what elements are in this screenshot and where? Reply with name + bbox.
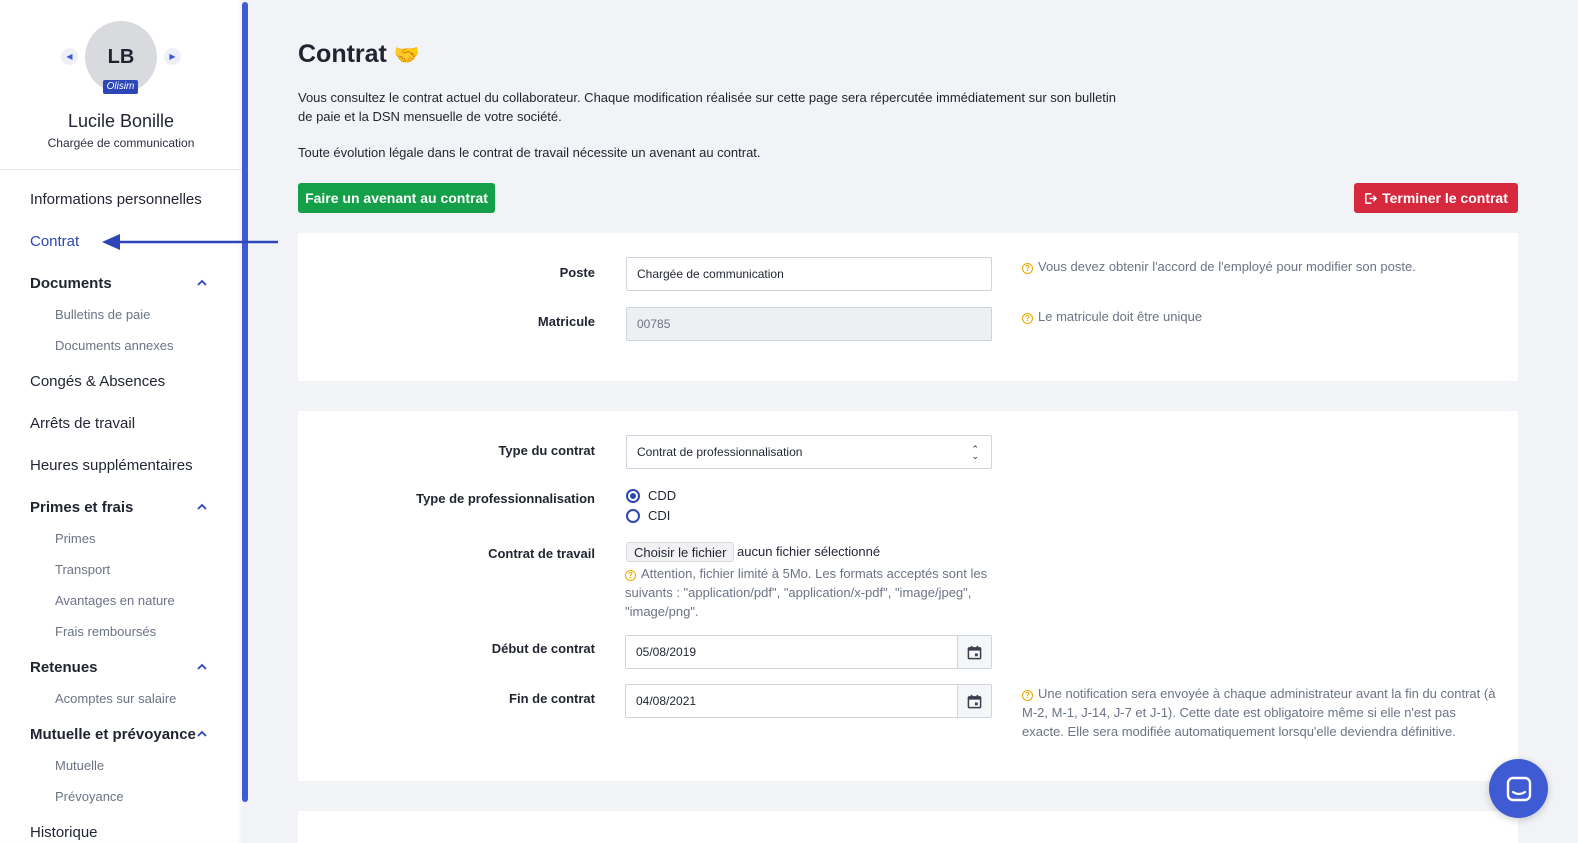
sidebar-scrollbar[interactable] (242, 2, 248, 802)
chevron-up-icon[interactable] (196, 501, 208, 513)
radio-cdi-label: CDI (648, 508, 671, 523)
end-date-hint: ? Une notification sera envoyée à chaque … (1022, 684, 1498, 741)
chat-launcher-button[interactable] (1489, 759, 1548, 818)
page-title: Contrat 🤝 (298, 40, 420, 69)
start-date-input[interactable]: 05/08/2019 (625, 635, 992, 669)
chevron-up-icon[interactable] (196, 277, 208, 289)
start-date-label: Début de contrat (491, 641, 595, 656)
sidebar-item-bulletins-de-paie[interactable]: Bulletins de paie (55, 307, 150, 322)
calendar-icon (967, 694, 982, 708)
radio-cdd[interactable]: CDD (626, 488, 676, 503)
matricule-hint: ? Le matricule doit être unique (1022, 307, 1502, 326)
question-icon: ? (1022, 313, 1033, 324)
intro-legal-text: Toute évolution légale dans le contrat d… (298, 145, 761, 160)
sidebar-item-avantages-en-nature[interactable]: Avantages en nature (55, 593, 175, 608)
sidebar-group-primes-et-frais[interactable]: Primes et frais (30, 499, 133, 516)
previous-employee-icon[interactable]: ◀ (61, 48, 78, 65)
professionalisation-label: Type de professionnalisation (416, 491, 595, 506)
sidebar-group-mutuelle-et-prevoyance[interactable]: Mutuelle et prévoyance (30, 726, 196, 743)
sidebar: ◀ LB Olisim ▶ Lucile Bonille Chargée de … (0, 0, 242, 843)
type-contract-label: Type du contrat (498, 443, 595, 458)
profile-header: ◀ LB Olisim ▶ Lucile Bonille Chargée de … (0, 0, 242, 170)
calendar-button[interactable] (957, 685, 991, 717)
radio-checked-icon (626, 488, 640, 503)
terminate-contract-button[interactable]: Terminer le contrat (1354, 183, 1518, 213)
sidebar-item-documents-annexes[interactable]: Documents annexes (55, 338, 174, 353)
choose-file-button[interactable]: Choisir le fichier (626, 542, 735, 562)
file-hint: ? Attention, fichier limité à 5Mo. Les fo… (625, 564, 995, 621)
sidebar-item-mutuelle[interactable]: Mutuelle (55, 758, 104, 773)
question-icon: ? (1022, 263, 1033, 274)
calendar-button[interactable] (957, 636, 991, 668)
sidebar-item-transport[interactable]: Transport (55, 562, 110, 577)
sidebar-item-arrets-de-travail[interactable]: Arrêts de travail (30, 415, 135, 432)
file-status: aucun fichier sélectionné (737, 544, 881, 559)
sidebar-item-historique[interactable]: Historique (30, 824, 98, 841)
sidebar-group-retenues[interactable]: Retenues (30, 659, 98, 676)
end-date-input[interactable]: 04/08/2021 (625, 684, 992, 718)
sidebar-item-heures-supplementaires[interactable]: Heures supplémentaires (30, 457, 193, 474)
sidebar-item-primes[interactable]: Primes (55, 531, 95, 546)
company-badge: Olisim (103, 80, 138, 94)
chat-icon (1506, 776, 1531, 801)
end-date-label: Fin de contrat (509, 691, 595, 706)
employee-name: Lucile Bonille (67, 111, 175, 131)
sidebar-item-acomptes-sur-salaire[interactable]: Acomptes sur salaire (55, 691, 176, 706)
matricule-hint-text: Le matricule doit être unique (1038, 309, 1203, 324)
end-date-value: 04/08/2021 (636, 694, 697, 708)
poste-hint: ? Vous devez obtenir l'accord de l'employ… (1022, 257, 1502, 276)
matricule-input: 00785 (626, 307, 992, 341)
chevron-up-icon[interactable] (196, 661, 208, 673)
sidebar-item-contrat[interactable]: Contrat (30, 233, 79, 250)
question-icon: ? (625, 570, 636, 581)
contract-card: Type du contrat Contrat de professionnal… (298, 411, 1518, 781)
sidebar-item-conges-absences[interactable]: Congés & Absences (30, 373, 165, 390)
terminate-contract-label: Terminer le contrat (1382, 190, 1508, 206)
next-card (298, 811, 1518, 843)
select-arrows-icon: ⌃ ⌄ (971, 444, 979, 461)
type-contract-value: Contrat de professionnalisation (637, 445, 803, 459)
end-date-hint-text: Une notification sera envoyée à chaque a… (1022, 686, 1496, 739)
sidebar-item-informations-personnelles[interactable]: Informations personnelles (30, 191, 202, 208)
radio-cdi[interactable]: CDI (626, 508, 670, 523)
radio-unchecked-icon (626, 508, 640, 523)
employee-role: Chargée de communication (47, 136, 195, 150)
sign-out-icon (1365, 192, 1378, 204)
calendar-icon (967, 645, 982, 659)
sidebar-group-documents[interactable]: Documents (30, 275, 112, 292)
intro-text: Vous consultez le contrat actuel du coll… (298, 90, 1117, 124)
poste-label: Poste (559, 265, 595, 280)
page-title-text: Contrat (298, 40, 387, 68)
sidebar-item-frais-rembourses[interactable]: Frais remboursés (55, 624, 156, 639)
radio-cdd-label: CDD (648, 488, 677, 503)
next-employee-icon[interactable]: ▶ (164, 48, 181, 65)
matricule-label: Matricule (537, 314, 595, 329)
work-contract-label: Contrat de travail (488, 546, 595, 561)
annotation-arrow-icon (102, 234, 278, 250)
chevron-up-icon[interactable] (196, 728, 208, 740)
avatar-initials: LB (107, 45, 135, 68)
avenant-button[interactable]: Faire un avenant au contrat (298, 183, 495, 213)
start-date-value: 05/08/2019 (636, 645, 697, 659)
file-hint-text: Attention, fichier limité à 5Mo. Les for… (625, 566, 988, 619)
poste-hint-text: Vous devez obtenir l'accord de l'employé… (1038, 259, 1416, 274)
type-contract-select[interactable]: Contrat de professionnalisation ⌃ ⌄ (626, 435, 992, 469)
sidebar-item-prevoyance[interactable]: Prévoyance (55, 789, 124, 804)
question-icon: ? (1022, 690, 1033, 701)
poste-input[interactable]: Chargée de communication (626, 257, 992, 291)
handshake-icon: 🤝 (393, 44, 420, 67)
job-card: Poste Chargée de communication ? Vous dev… (298, 233, 1518, 381)
